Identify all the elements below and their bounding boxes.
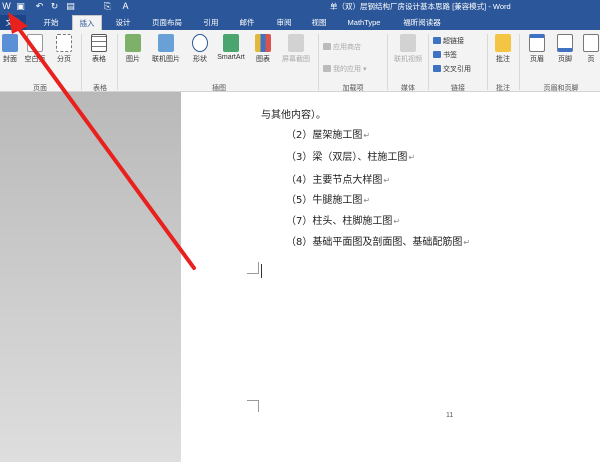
chart-button[interactable]: 图表 — [252, 34, 274, 64]
picture-button[interactable]: 图片 — [122, 34, 144, 64]
page-number-icon — [583, 34, 599, 52]
paste-icon[interactable]: ⎘ — [102, 1, 113, 12]
document-line: （3）梁（双层）、柱施工图↵ — [286, 152, 416, 163]
hyperlink-button[interactable]: 超链接 — [433, 36, 464, 46]
paragraph-mark-icon: ↵ — [408, 153, 416, 162]
group-separator — [387, 34, 388, 90]
title-bar: W ▣ ↶ ↻ ▤ ⎘ A 单（双）层钢结构厂房设计基本思路 [兼容模式] - … — [0, 0, 600, 13]
paragraph-mark-icon: ↵ — [383, 176, 391, 185]
tab-home[interactable]: 开始 — [36, 15, 66, 30]
tab-mathtype[interactable]: MathType — [340, 15, 388, 30]
word-icon[interactable]: W — [1, 1, 12, 12]
group-separator — [117, 34, 118, 90]
document-line: （2）屋架施工图↵ — [286, 130, 371, 141]
bookmark-icon — [433, 51, 441, 58]
redo-icon[interactable]: ↻ — [49, 1, 60, 12]
paragraph-mark-icon: ↵ — [463, 238, 471, 247]
online-video-button[interactable]: 联机视频 — [390, 34, 426, 64]
footer-icon — [557, 34, 573, 52]
undo-icon[interactable]: ↶ — [34, 1, 45, 12]
cover-page-icon — [2, 34, 18, 52]
tab-references[interactable]: 引用 — [196, 15, 226, 30]
margin-corner-mark — [247, 400, 259, 412]
document-line: （8）基础平面图及剖面图、基础配筋图↵ — [286, 237, 471, 248]
window-title: 单（双）层钢结构厂房设计基本思路 [兼容模式] - Word — [330, 2, 511, 11]
screenshot-button[interactable]: 屏幕截图 — [276, 34, 316, 64]
online-video-icon — [400, 34, 416, 52]
chart-icon — [255, 34, 271, 52]
comment-button[interactable]: 批注 — [492, 34, 514, 64]
tab-insert[interactable]: 插入 — [72, 15, 102, 30]
blank-page-icon — [27, 34, 43, 52]
ribbon-tabs: 文件 开始 插入 设计 页面布局 引用 邮件 审阅 视图 MathType 福昕… — [0, 13, 600, 30]
header-icon — [529, 34, 545, 52]
page-break-button[interactable]: 分页 — [52, 34, 76, 64]
document-page[interactable]: 与其他内容）。 （2）屋架施工图↵ （3）梁（双层）、柱施工图↵ （4）主要节点… — [181, 92, 600, 462]
paragraph-mark-icon: ↵ — [363, 131, 371, 140]
group-separator — [519, 34, 520, 90]
document-line: （4）主要节点大样图↵ — [286, 175, 391, 186]
tab-foxit-reader[interactable]: 福昕阅读器 — [396, 15, 448, 30]
online-picture-icon — [158, 34, 174, 52]
page-number-button[interactable]: 页 — [582, 34, 600, 64]
my-apps-button[interactable]: 我的应用 ▾ — [323, 64, 366, 74]
print-preview-icon[interactable]: ▤ — [65, 1, 76, 12]
comment-icon — [495, 34, 511, 52]
document-line: （5）牛腿施工图↵ — [286, 195, 371, 206]
paragraph-mark-icon: ↵ — [393, 217, 401, 226]
tab-mailings[interactable]: 邮件 — [232, 15, 262, 30]
cover-page-button[interactable]: 封面 — [0, 34, 20, 64]
cross-reference-icon — [433, 65, 441, 72]
online-picture-button[interactable]: 联机图片 — [146, 34, 186, 64]
tab-design[interactable]: 设计 — [108, 15, 138, 30]
bookmark-button[interactable]: 书签 — [433, 50, 457, 60]
tab-page-layout[interactable]: 页面布局 — [144, 15, 190, 30]
header-button[interactable]: 页眉 — [525, 34, 549, 64]
document-line: 与其他内容）。 — [261, 110, 326, 121]
shapes-button[interactable]: 形状 — [188, 34, 212, 64]
cross-reference-button[interactable]: 交叉引用 — [433, 64, 471, 74]
style-icon[interactable]: A — [120, 1, 131, 12]
ribbon: 封面 空白页 分页 页面 表格 表格 图片 联机图片 形状 SmartArt 图… — [0, 30, 600, 92]
paragraph-mark-icon: ↵ — [363, 196, 371, 205]
group-separator — [428, 34, 429, 90]
dropdown-icon: ▾ — [361, 66, 367, 73]
document-margin-area — [0, 92, 181, 462]
margin-corner-mark — [247, 262, 259, 274]
document-line: （7）柱头、柱脚施工图↵ — [286, 216, 401, 227]
tab-view[interactable]: 视图 — [304, 15, 334, 30]
table-icon — [91, 34, 107, 52]
tab-file[interactable]: 文件 — [0, 15, 26, 30]
page-break-icon — [56, 34, 72, 52]
group-separator — [318, 34, 319, 90]
text-cursor — [261, 264, 262, 278]
page-number: 11 — [446, 412, 454, 419]
footer-button[interactable]: 页脚 — [553, 34, 577, 64]
blank-page-button[interactable]: 空白页 — [22, 34, 48, 64]
table-button[interactable]: 表格 — [86, 34, 112, 64]
hyperlink-icon — [433, 37, 441, 44]
save-icon[interactable]: ▣ — [15, 1, 26, 12]
tab-review[interactable]: 审阅 — [268, 15, 300, 30]
picture-icon — [125, 34, 141, 52]
group-separator — [81, 34, 82, 90]
store-button[interactable]: 应用商店 — [323, 42, 361, 52]
group-separator — [487, 34, 488, 90]
screenshot-icon — [288, 34, 304, 52]
shapes-icon — [192, 34, 208, 52]
smartart-icon — [223, 34, 239, 52]
store-icon — [323, 43, 331, 50]
smartart-button[interactable]: SmartArt — [212, 34, 250, 61]
my-apps-icon — [323, 65, 331, 72]
